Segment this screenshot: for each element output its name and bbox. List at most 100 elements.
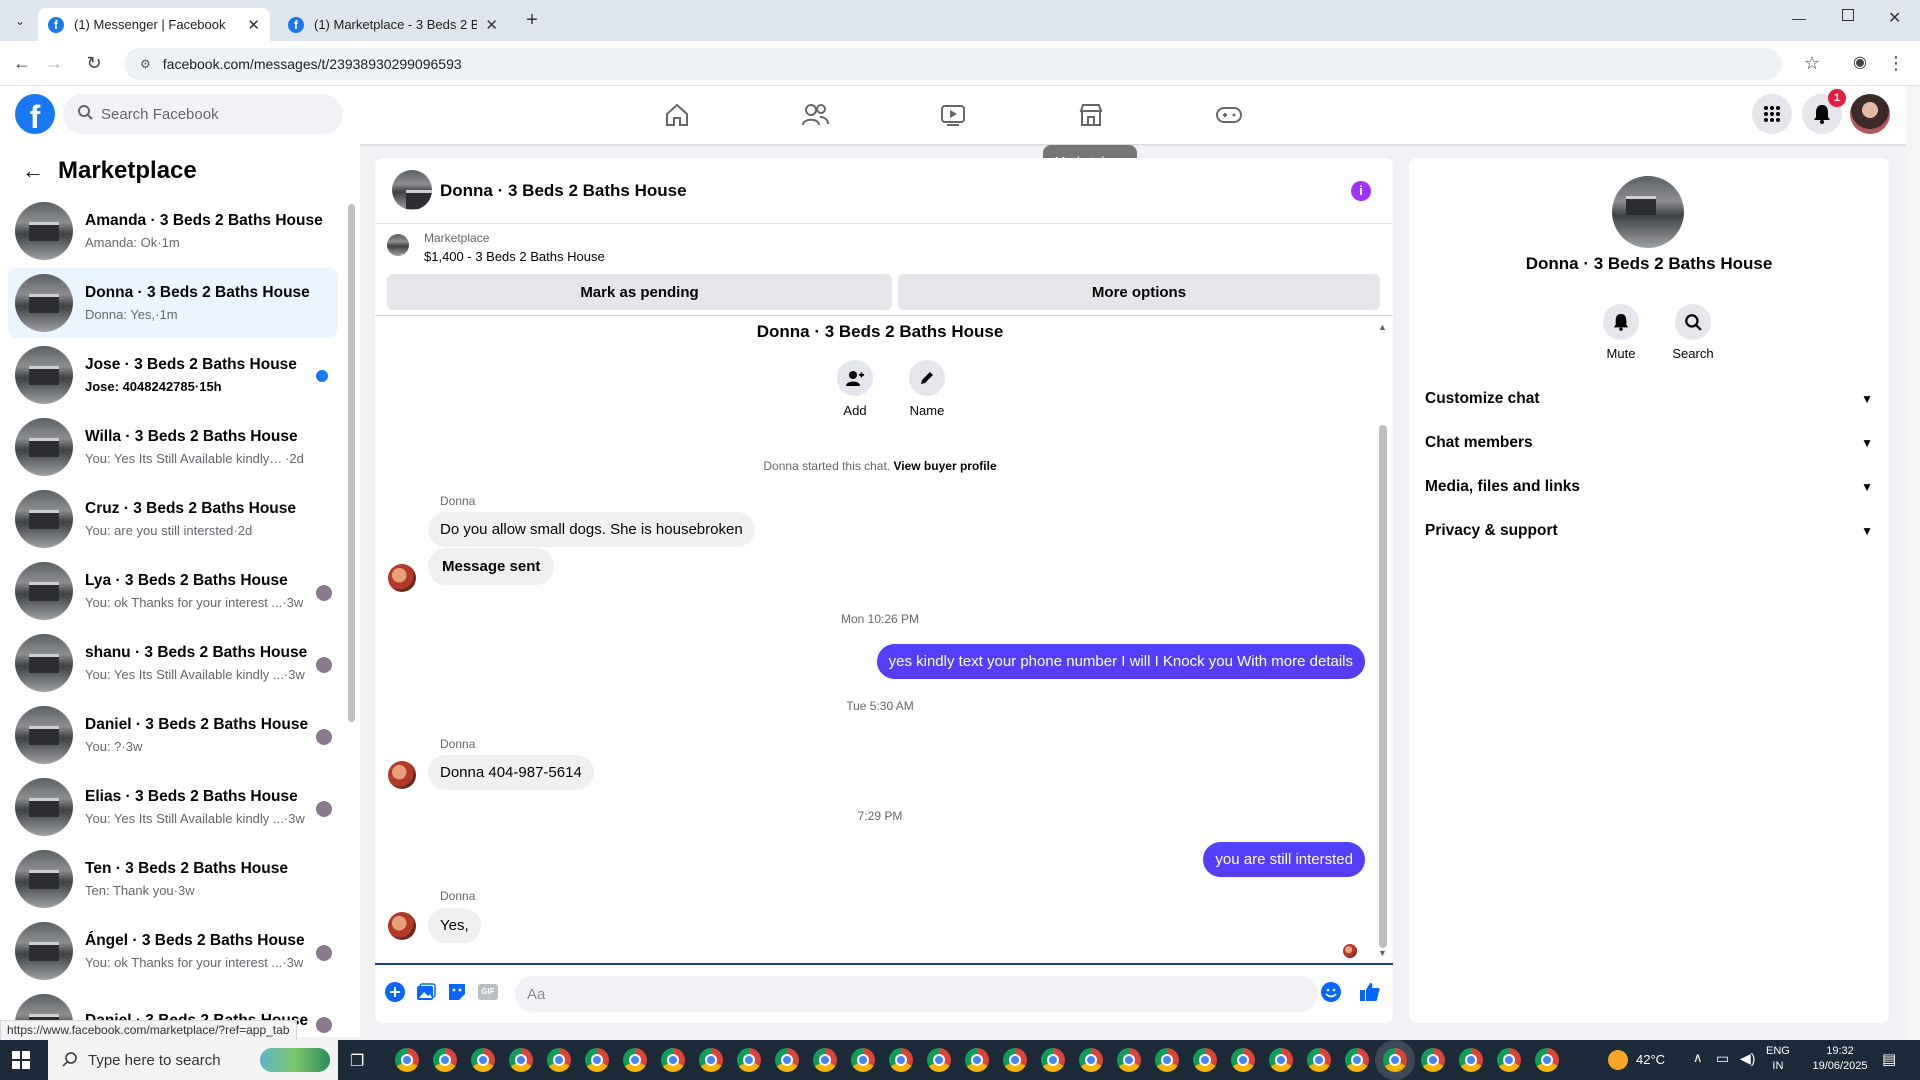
back-arrow-icon[interactable]: ←: [22, 158, 44, 184]
tab-list-button[interactable]: ⌄: [8, 10, 32, 32]
address-bar[interactable]: ⚙ facebook.com/messages/t/23938930299096…: [124, 48, 1782, 80]
chrome-taskbar-icon[interactable]: [1497, 1048, 1521, 1072]
thumbs-up-icon[interactable]: [1359, 981, 1381, 1003]
privacy-support-section[interactable]: Privacy & support ▼: [1425, 513, 1873, 549]
network-icon[interactable]: ▭: [1716, 1050, 1729, 1067]
gaming-nav-icon[interactable]: [1212, 98, 1246, 132]
sticker-icon[interactable]: [446, 981, 468, 1003]
chrome-taskbar-icon[interactable]: [1269, 1048, 1293, 1072]
message-input[interactable]: Aa: [515, 976, 1318, 1012]
weather-temperature[interactable]: 42°C: [1636, 1052, 1665, 1067]
outgoing-message[interactable]: yes kindly text your phone number I will…: [876, 644, 1365, 679]
conversation-item[interactable]: shanu · 3 Beds 2 Baths House You: Yes Its…: [8, 628, 338, 698]
scroll-up-arrow-icon[interactable]: ▲: [1378, 322, 1387, 332]
listing-thumbnail[interactable]: [387, 234, 409, 256]
restore-window-button[interactable]: [1842, 9, 1854, 21]
video-nav-icon[interactable]: [936, 98, 970, 132]
chrome-taskbar-icon[interactable]: [889, 1048, 913, 1072]
conversation-item[interactable]: Ten · 3 Beds 2 Baths House Ten: Thank you…: [8, 844, 338, 914]
mute-action[interactable]: Mute: [1591, 304, 1651, 361]
volume-icon[interactable]: ◀): [1740, 1050, 1755, 1067]
chrome-taskbar-icon[interactable]: [395, 1048, 419, 1072]
chrome-taskbar-icon[interactable]: [1459, 1048, 1483, 1072]
info-avatar[interactable]: [1612, 176, 1684, 248]
chrome-taskbar-icon[interactable]: [1345, 1048, 1369, 1072]
tab-marketplace[interactable]: f (1) Marketplace - 3 Beds 2 Bath ✕: [278, 8, 508, 41]
chrome-taskbar-icon[interactable]: [1421, 1048, 1445, 1072]
sidebar-scrollbar[interactable]: [348, 204, 355, 722]
page-scrollbar[interactable]: [1906, 86, 1920, 1040]
back-icon[interactable]: ←: [10, 51, 34, 75]
view-buyer-profile-link[interactable]: View buyer profile: [893, 459, 996, 473]
chrome-taskbar-icon[interactable]: [1375, 1040, 1415, 1080]
chrome-taskbar-icon[interactable]: [661, 1048, 685, 1072]
conversation-item[interactable]: Ángel · 3 Beds 2 Baths House You: ok Than…: [8, 916, 338, 986]
windows-start-icon[interactable]: [12, 1051, 30, 1069]
minimize-window-button[interactable]: —: [1792, 10, 1806, 26]
conversation-item[interactable]: Lya · 3 Beds 2 Baths House You: ok Thanks…: [8, 556, 338, 626]
chat-members-section[interactable]: Chat members ▼: [1425, 425, 1873, 461]
chrome-taskbar-icon[interactable]: [1155, 1048, 1179, 1072]
chrome-taskbar-icon[interactable]: [813, 1048, 837, 1072]
forward-icon[interactable]: →: [42, 51, 66, 75]
conversation-item[interactable]: Elias · 3 Beds 2 Baths House You: Yes Its…: [8, 772, 338, 842]
chrome-taskbar-icon[interactable]: [433, 1048, 457, 1072]
new-tab-button[interactable]: +: [520, 8, 544, 32]
customize-chat-section[interactable]: Customize chat ▼: [1425, 381, 1873, 417]
chrome-taskbar-icon[interactable]: [737, 1048, 761, 1072]
photo-icon[interactable]: [415, 981, 437, 1003]
account-avatar[interactable]: [1850, 94, 1890, 134]
chrome-taskbar-icon[interactable]: [623, 1048, 647, 1072]
chrome-taskbar-icon[interactable]: [547, 1048, 571, 1072]
emoji-icon[interactable]: [1320, 981, 1342, 1003]
incoming-message[interactable]: Yes,: [428, 908, 481, 943]
chrome-taskbar-icon[interactable]: [1307, 1048, 1331, 1072]
chat-scrollbar[interactable]: [1379, 425, 1387, 948]
bookmark-star-icon[interactable]: ☆: [1800, 51, 1824, 75]
chrome-taskbar-icon[interactable]: [509, 1048, 533, 1072]
clock[interactable]: 19:32 19/06/2025: [1800, 1044, 1880, 1074]
chat-avatar[interactable]: [392, 170, 432, 210]
sender-avatar[interactable]: [388, 761, 416, 789]
chrome-taskbar-icon[interactable]: [1535, 1048, 1559, 1072]
chrome-taskbar-icon[interactable]: [775, 1048, 799, 1072]
conversation-item[interactable]: Amanda · 3 Beds 2 Baths House Amanda: Ok …: [8, 196, 338, 266]
add-member-action[interactable]: Add: [830, 360, 880, 418]
close-tab-icon[interactable]: ✕: [485, 16, 498, 34]
listing-price[interactable]: $1,400 - 3 Beds 2 Baths House: [424, 249, 605, 264]
profile-icon[interactable]: ◉: [1848, 51, 1872, 75]
close-tab-icon[interactable]: ✕: [247, 16, 260, 34]
conversation-item[interactable]: Cruz · 3 Beds 2 Baths House You: are you …: [8, 484, 338, 554]
conversation-item[interactable]: Daniel · 3 Beds 2 Baths House You: ? · 3w: [8, 700, 338, 770]
chrome-taskbar-icon[interactable]: [1079, 1048, 1103, 1072]
conversation-item[interactable]: Jose · 3 Beds 2 Baths House Jose: 4048242…: [8, 340, 338, 410]
chrome-taskbar-icon[interactable]: [585, 1048, 609, 1072]
chrome-taskbar-icon[interactable]: [471, 1048, 495, 1072]
task-view-icon[interactable]: ❐: [350, 1051, 364, 1071]
chrome-taskbar-icon[interactable]: [1003, 1048, 1027, 1072]
scroll-down-arrow-icon[interactable]: ▼: [1378, 948, 1387, 958]
facebook-search-input[interactable]: Search Facebook: [63, 94, 343, 134]
home-nav-icon[interactable]: [660, 98, 694, 132]
chrome-taskbar-icon[interactable]: [1193, 1048, 1217, 1072]
tray-chevron-icon[interactable]: ∧: [1693, 1050, 1703, 1066]
chrome-taskbar-icon[interactable]: [927, 1048, 951, 1072]
mark-as-pending-button[interactable]: Mark as pending: [387, 274, 892, 310]
site-info-icon[interactable]: ⚙: [140, 57, 151, 71]
media-files-links-section[interactable]: Media, files and links ▼: [1425, 469, 1873, 505]
facebook-logo-icon[interactable]: f: [15, 94, 55, 135]
conversation-item[interactable]: Willa · 3 Beds 2 Baths House You: Yes Its…: [8, 412, 338, 482]
notification-center-icon[interactable]: ▤: [1882, 1050, 1896, 1068]
weather-icon[interactable]: [1608, 1050, 1628, 1070]
plus-circle-icon[interactable]: [384, 981, 406, 1003]
conversation-item[interactable]: Donna · 3 Beds 2 Baths House Donna: Yes, …: [8, 268, 338, 338]
reload-icon[interactable]: ↻: [82, 51, 106, 75]
outgoing-message[interactable]: you are still intersted: [1203, 842, 1365, 877]
close-window-button[interactable]: ✕: [1888, 8, 1901, 28]
chrome-taskbar-icon[interactable]: [851, 1048, 875, 1072]
marketplace-nav-icon[interactable]: [1074, 98, 1108, 132]
taskbar-search-input[interactable]: Type here to search: [48, 1040, 338, 1080]
more-options-button[interactable]: More options: [898, 274, 1380, 310]
incoming-message[interactable]: Donna 404-987-5614: [428, 755, 594, 790]
sender-avatar[interactable]: [388, 564, 416, 592]
